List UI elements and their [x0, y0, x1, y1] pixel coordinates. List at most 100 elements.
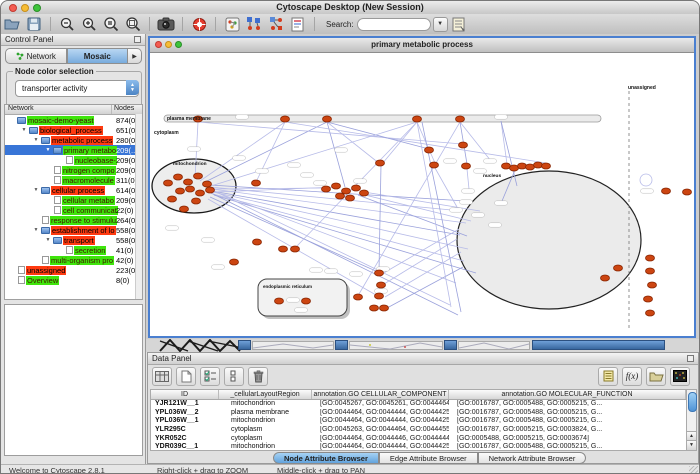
- attribute-editor-icon[interactable]: [598, 367, 618, 386]
- birds-eye-view-panel[interactable]: [4, 304, 143, 456]
- node-label-pill[interactable]: [188, 147, 201, 151]
- node-label-pill[interactable]: [350, 272, 363, 276]
- network-node[interactable]: [180, 206, 189, 212]
- network-node[interactable]: [542, 163, 551, 169]
- network-node[interactable]: [380, 305, 389, 311]
- tree-row[interactable]: ▼metabolic process280(0): [5, 135, 142, 145]
- new-attribute-icon[interactable]: [176, 367, 196, 386]
- network-node[interactable]: [176, 188, 185, 194]
- annotations-icon[interactable]: [288, 15, 308, 33]
- background-window-fragment[interactable]: [532, 340, 665, 350]
- node-color-attribute-select[interactable]: transporter activity ▲▼: [15, 80, 139, 97]
- network-node[interactable]: [281, 116, 290, 122]
- node-label-pill[interactable]: [450, 208, 463, 212]
- network-node[interactable]: [332, 183, 341, 189]
- network-node[interactable]: [413, 116, 422, 122]
- background-window-fragment[interactable]: [458, 341, 530, 350]
- column-header-molecular-function[interactable]: annotation.GO MOLECULAR_FUNCTION: [449, 390, 686, 399]
- table-row[interactable]: YLR295Ccytoplasm[GO:0045263, GO:0044464,…: [151, 426, 686, 435]
- network-node[interactable]: [291, 246, 300, 252]
- background-window-fragment[interactable]: [335, 340, 348, 350]
- network-node[interactable]: [252, 180, 261, 186]
- tree-row[interactable]: response to stimulu264(0): [5, 215, 142, 225]
- network-node[interactable]: [648, 282, 657, 288]
- network-node[interactable]: [279, 246, 288, 252]
- node-label-pill[interactable]: [236, 115, 249, 119]
- expand-arrow-icon[interactable]: ▼: [31, 137, 41, 143]
- delete-attribute-trash-icon[interactable]: [248, 367, 268, 386]
- search-input[interactable]: [357, 18, 431, 31]
- network-node[interactable]: [425, 147, 434, 153]
- node-label-pill[interactable]: [335, 148, 348, 152]
- network-node[interactable]: [376, 160, 385, 166]
- table-row[interactable]: YKR052Ccytoplasm[GO:0044464, GO:0044446,…: [151, 435, 686, 444]
- network-node[interactable]: [646, 255, 655, 261]
- expand-arrow-icon[interactable]: ▼: [19, 127, 29, 133]
- network-node[interactable]: [196, 190, 205, 196]
- tab-network[interactable]: Network: [5, 48, 67, 64]
- search-options-icon[interactable]: [449, 15, 469, 33]
- column-header-cellular-component[interactable]: annotation.GO CELLULAR_COMPONENT: [312, 390, 449, 399]
- background-window-fragment[interactable]: [444, 340, 457, 350]
- unselect-attributes-icon[interactable]: [224, 367, 244, 386]
- network-node[interactable]: [456, 116, 465, 122]
- node-label-pill[interactable]: [301, 173, 314, 177]
- network-node[interactable]: [646, 268, 655, 274]
- expand-arrow-icon[interactable]: ▼: [43, 147, 53, 153]
- node-label-pill[interactable]: [354, 179, 367, 183]
- zoom-selected-icon[interactable]: [101, 15, 121, 33]
- node-label-pill[interactable]: [444, 159, 457, 163]
- node-label-pill[interactable]: [472, 213, 485, 217]
- tree-row[interactable]: ▼establishment of lo558(0): [5, 225, 142, 235]
- network-node[interactable]: [194, 173, 203, 179]
- resize-grip[interactable]: [689, 466, 698, 474]
- network-node[interactable]: [377, 282, 386, 288]
- network-node[interactable]: [646, 310, 655, 316]
- node-label-pill[interactable]: [474, 169, 487, 173]
- network-node[interactable]: [534, 162, 543, 168]
- network-node[interactable]: [644, 296, 653, 302]
- snapshot-camera-icon[interactable]: [156, 15, 176, 33]
- network-node[interactable]: [302, 298, 311, 304]
- network-node[interactable]: [203, 181, 212, 187]
- node-label-pill[interactable]: [314, 181, 327, 185]
- node-label-pill[interactable]: [202, 238, 215, 242]
- network-node[interactable]: [375, 293, 384, 299]
- network-node[interactable]: [230, 259, 239, 265]
- zoom-in-icon[interactable]: [79, 15, 99, 33]
- node-label-pill[interactable]: [295, 308, 308, 312]
- tab-node-attribute-browser[interactable]: Node Attribute Browser: [273, 452, 379, 464]
- tab-edge-attribute-browser[interactable]: Edge Attribute Browser: [379, 452, 478, 464]
- background-window-fragment[interactable]: [252, 341, 334, 350]
- node-label-pill[interactable]: [460, 200, 473, 204]
- network-node[interactable]: [430, 162, 439, 168]
- table-row[interactable]: YDR039C__1mitochondrion[GO:0044464, GO:0…: [151, 443, 686, 452]
- zoom-fit-icon[interactable]: [123, 15, 143, 33]
- node-label-pill[interactable]: [212, 265, 225, 269]
- network-node[interactable]: [164, 180, 173, 186]
- column-header-region[interactable]: _cellularLayoutRegion: [219, 390, 312, 399]
- tree-row[interactable]: nucleobase-209(0): [5, 155, 142, 165]
- network-node[interactable]: [184, 179, 193, 185]
- network-node[interactable]: [360, 190, 369, 196]
- node-label-pill[interactable]: [641, 189, 654, 193]
- network-node[interactable]: [683, 189, 692, 195]
- scrollbar-thumb[interactable]: [688, 392, 697, 412]
- network-canvas[interactable]: plasma membrane cytoplasm mitochondrion …: [150, 53, 694, 336]
- attribute-table-icon[interactable]: [152, 367, 172, 386]
- import-attributes-icon[interactable]: [646, 367, 666, 386]
- tree-row[interactable]: nitrogen compo209(0): [5, 165, 142, 175]
- node-label-pill[interactable]: [495, 201, 508, 205]
- select-attributes-icon[interactable]: [200, 367, 220, 386]
- network-node[interactable]: [375, 270, 384, 276]
- tab-network-attribute-browser[interactable]: Network Attribute Browser: [478, 452, 587, 464]
- network-node[interactable]: [275, 298, 284, 304]
- tree-row[interactable]: multi-organism pro42(0): [5, 255, 142, 265]
- network-node[interactable]: [168, 196, 177, 202]
- float-data-panel-icon[interactable]: [687, 355, 694, 362]
- network-node[interactable]: [462, 163, 471, 169]
- table-row[interactable]: YPL036W__2plasma membrane[GO:0044464, GO…: [151, 409, 686, 418]
- background-window-fragment[interactable]: [238, 340, 251, 350]
- zoom-out-icon[interactable]: [57, 15, 77, 33]
- float-panel-icon[interactable]: [134, 36, 141, 43]
